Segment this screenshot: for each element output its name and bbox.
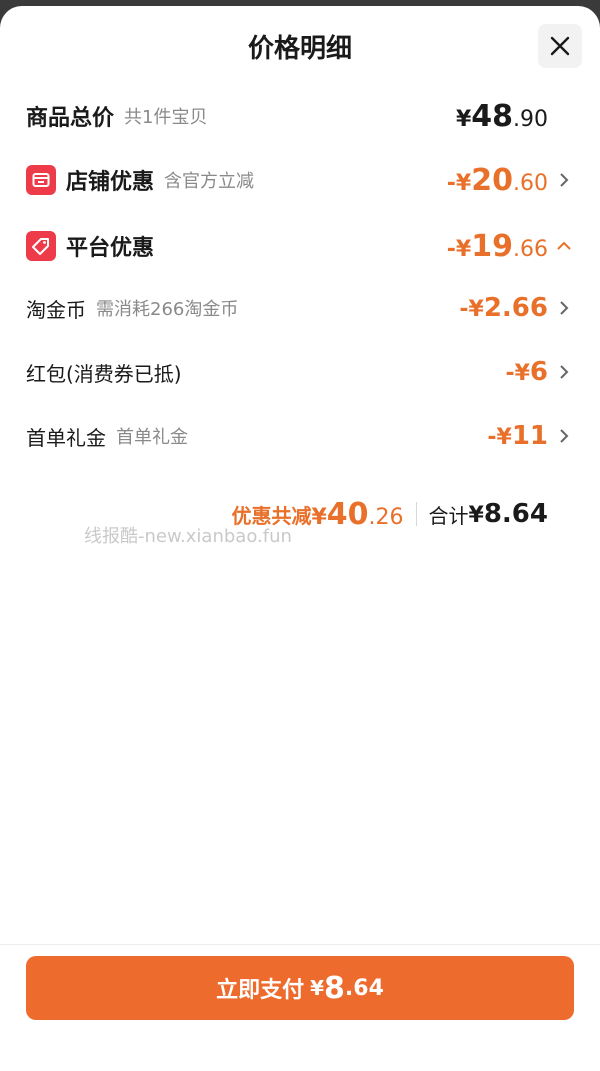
total-label: 合计 [428, 503, 469, 528]
amount-integer: 19 [471, 228, 513, 264]
chevron-right-icon [554, 426, 574, 446]
amount-value: 6 [529, 357, 548, 387]
goods-total-row: 商品总价 共1件宝贝 ¥ 48 .90 [26, 96, 574, 136]
shop-discount-row[interactable]: 店铺优惠 含官方立减 -¥ 20 .60 [26, 160, 574, 200]
amount-decimal: .90 [513, 106, 548, 132]
total-amount: ¥ 8.64 [469, 499, 548, 529]
footer-divider [0, 944, 600, 945]
watermark-text: 线报酷-new.xianbao.fun [84, 526, 292, 547]
amount-value: 2.66 [483, 293, 548, 323]
first-order-amount: -¥ 11 [487, 421, 548, 451]
platform-discount-label: 平台优惠 [66, 236, 155, 261]
pay-now-button[interactable]: 立即支付 ¥ 8 .64 [26, 956, 574, 1020]
close-icon [550, 36, 570, 56]
shop-discount-label: 店铺优惠 [66, 170, 155, 195]
minus-currency: -¥ [459, 297, 484, 322]
divider [415, 502, 417, 526]
close-button[interactable] [538, 24, 582, 68]
chevron-right-icon [554, 170, 574, 190]
amount-decimal: .60 [513, 170, 548, 196]
coins-row[interactable]: 淘金币 需消耗266淘金币 -¥ 2.66 [26, 288, 574, 328]
amount-decimal: .66 [513, 236, 548, 262]
price-detail-sheet: 价格明细 商品总价 共1件宝贝 ¥ 48 .90 店铺优惠 含官方立减 -¥ 2… [0, 6, 600, 1071]
red-packet-label: 红包(消费券已抵) [26, 361, 182, 386]
amount-decimal: .26 [368, 504, 404, 530]
sheet-header: 价格明细 [0, 6, 600, 86]
red-packet-row[interactable]: 红包(消费券已抵) -¥ 6 [26, 352, 574, 392]
tag-icon [26, 231, 56, 261]
shop-icon [26, 165, 56, 195]
shop-discount-amount: -¥ 20 .60 [447, 163, 548, 198]
goods-total-amount: ¥ 48 .90 [456, 99, 548, 134]
discount-total-amount: ¥ 40 .26 [311, 497, 403, 532]
amount-decimal: .64 [344, 975, 384, 1001]
minus-currency: -¥ [505, 361, 530, 386]
chevron-up-icon [554, 236, 574, 256]
coins-note: 需消耗266淘金币 [96, 299, 239, 320]
coins-amount: -¥ 2.66 [459, 293, 548, 323]
chevron-right-icon [554, 298, 574, 318]
minus-currency: -¥ [446, 236, 472, 262]
goods-total-label: 商品总价 [26, 106, 115, 131]
pay-button-label: 立即支付 [216, 978, 305, 1003]
platform-discount-row[interactable]: 平台优惠 -¥ 19 .66 [26, 226, 574, 266]
chevron-right-icon [554, 362, 574, 382]
coins-label: 淘金币 [26, 297, 86, 322]
amount-value: 8.64 [483, 499, 548, 529]
goods-count: 共1件宝贝 [124, 107, 208, 128]
currency-symbol: ¥ [455, 106, 472, 132]
shop-discount-note: 含官方立减 [164, 171, 255, 192]
currency-symbol: ¥ [468, 503, 484, 528]
first-order-label: 首单礼金 [26, 425, 106, 450]
first-order-note: 首单礼金 [116, 427, 188, 448]
red-packet-amount: -¥ 6 [505, 357, 548, 387]
minus-currency: -¥ [446, 170, 472, 196]
amount-integer: 40 [326, 496, 369, 532]
amount-integer: 20 [471, 162, 513, 198]
first-order-row[interactable]: 首单礼金 首单礼金 -¥ 11 [26, 416, 574, 456]
page-title: 价格明细 [247, 34, 352, 64]
minus-currency: -¥ [487, 425, 512, 450]
amount-integer: 8 [324, 970, 345, 1006]
currency-symbol: ¥ [310, 976, 325, 1000]
amount-value: 11 [511, 421, 548, 451]
platform-discount-amount: -¥ 19 .66 [447, 229, 548, 264]
amount-integer: 48 [471, 98, 513, 134]
currency-symbol: ¥ [311, 504, 327, 530]
